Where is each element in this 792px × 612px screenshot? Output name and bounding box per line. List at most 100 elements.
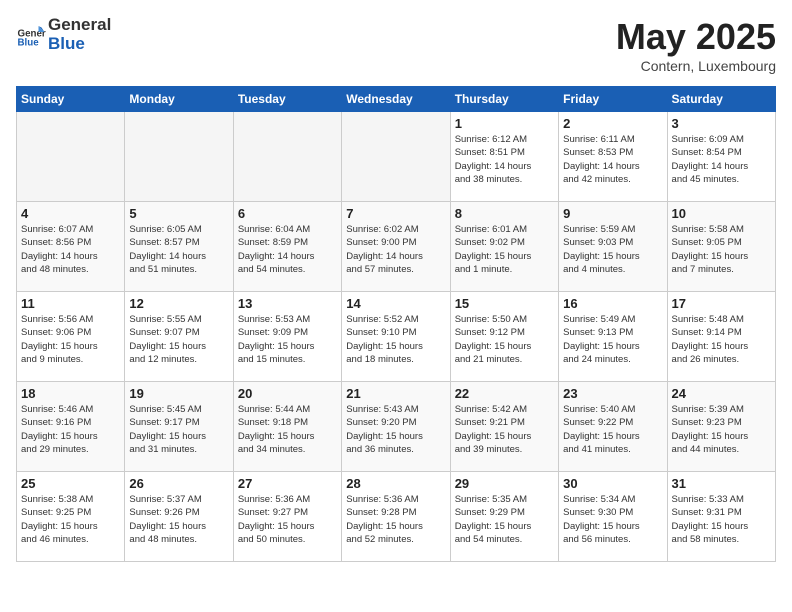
week-row-1: 1 Sunrise: 6:12 AM Sunset: 8:51 PM Daylig… xyxy=(17,112,776,202)
weekday-header-thursday: Thursday xyxy=(450,87,558,112)
calendar-cell: 6Sunrise: 6:04 AM Sunset: 8:59 PM Daylig… xyxy=(233,202,341,292)
day-number: 22 xyxy=(455,386,554,401)
day-info: Sunrise: 5:45 AM Sunset: 9:17 PM Dayligh… xyxy=(129,403,228,456)
week-row-2: 4Sunrise: 6:07 AM Sunset: 8:56 PM Daylig… xyxy=(17,202,776,292)
day-info: Sunrise: 5:50 AM Sunset: 9:12 PM Dayligh… xyxy=(455,313,554,366)
day-number: 12 xyxy=(129,296,228,311)
weekday-header-friday: Friday xyxy=(559,87,667,112)
calendar-cell: 28 Sunrise: 5:36 AM Sunset: 9:28 PM Dayli… xyxy=(342,472,450,562)
day-number: 6 xyxy=(238,206,337,221)
day-info: Sunrise: 5:36 AM Sunset: 9:27 PM Dayligh… xyxy=(238,493,337,546)
day-info: Sunrise: 5:49 AM Sunset: 9:13 PM Dayligh… xyxy=(563,313,662,366)
calendar-cell: 5 Sunrise: 6:05 AM Sunset: 8:57 PM Daylig… xyxy=(125,202,233,292)
calendar-cell: 16 Sunrise: 5:49 AM Sunset: 9:13 PM Dayli… xyxy=(559,292,667,382)
day-number: 16 xyxy=(563,296,662,311)
weekday-header-row: SundayMondayTuesdayWednesdayThursdayFrid… xyxy=(17,87,776,112)
day-info: Sunrise: 6:09 AM Sunset: 8:54 PM Dayligh… xyxy=(672,133,771,186)
day-number: 5 xyxy=(129,206,228,221)
day-info: Sunrise: 5:48 AM Sunset: 9:14 PM Dayligh… xyxy=(672,313,771,366)
calendar-cell: 22 Sunrise: 5:42 AM Sunset: 9:21 PM Dayli… xyxy=(450,382,558,472)
week-row-5: 25Sunrise: 5:38 AM Sunset: 9:25 PM Dayli… xyxy=(17,472,776,562)
day-number: 9 xyxy=(563,206,662,221)
day-info: Sunrise: 5:55 AM Sunset: 9:07 PM Dayligh… xyxy=(129,313,228,366)
calendar-cell: 24Sunrise: 5:39 AM Sunset: 9:23 PM Dayli… xyxy=(667,382,775,472)
calendar-cell: 9Sunrise: 5:59 AM Sunset: 9:03 PM Daylig… xyxy=(559,202,667,292)
day-info: Sunrise: 5:52 AM Sunset: 9:10 PM Dayligh… xyxy=(346,313,445,366)
calendar-cell: 26 Sunrise: 5:37 AM Sunset: 9:26 PM Dayli… xyxy=(125,472,233,562)
day-number: 18 xyxy=(21,386,120,401)
svg-text:Blue: Blue xyxy=(18,37,40,48)
day-info: Sunrise: 5:46 AM Sunset: 9:16 PM Dayligh… xyxy=(21,403,120,456)
day-number: 3 xyxy=(672,116,771,131)
calendar-cell: 8Sunrise: 6:01 AM Sunset: 9:02 PM Daylig… xyxy=(450,202,558,292)
day-info: Sunrise: 6:11 AM Sunset: 8:53 PM Dayligh… xyxy=(563,133,662,186)
calendar-cell xyxy=(233,112,341,202)
day-number: 13 xyxy=(238,296,337,311)
month-title: May 2025 xyxy=(616,16,776,58)
calendar-cell: 30Sunrise: 5:34 AM Sunset: 9:30 PM Dayli… xyxy=(559,472,667,562)
weekday-header-tuesday: Tuesday xyxy=(233,87,341,112)
calendar-table: SundayMondayTuesdayWednesdayThursdayFrid… xyxy=(16,86,776,562)
day-info: Sunrise: 5:56 AM Sunset: 9:06 PM Dayligh… xyxy=(21,313,120,366)
calendar-cell: 2 Sunrise: 6:11 AM Sunset: 8:53 PM Daylig… xyxy=(559,112,667,202)
calendar-cell: 13 Sunrise: 5:53 AM Sunset: 9:09 PM Dayli… xyxy=(233,292,341,382)
day-number: 29 xyxy=(455,476,554,491)
day-info: Sunrise: 5:53 AM Sunset: 9:09 PM Dayligh… xyxy=(238,313,337,366)
day-number: 15 xyxy=(455,296,554,311)
calendar-cell: 21 Sunrise: 5:43 AM Sunset: 9:20 PM Dayli… xyxy=(342,382,450,472)
calendar-cell xyxy=(342,112,450,202)
calendar-cell: 18 Sunrise: 5:46 AM Sunset: 9:16 PM Dayli… xyxy=(17,382,125,472)
day-number: 31 xyxy=(672,476,771,491)
calendar-cell: 7 Sunrise: 6:02 AM Sunset: 9:00 PM Daylig… xyxy=(342,202,450,292)
calendar-cell: 12 Sunrise: 5:55 AM Sunset: 9:07 PM Dayli… xyxy=(125,292,233,382)
logo-blue-text: Blue xyxy=(48,35,111,54)
weekday-header-saturday: Saturday xyxy=(667,87,775,112)
logo: General Blue General Blue xyxy=(16,16,111,53)
day-info: Sunrise: 5:33 AM Sunset: 9:31 PM Dayligh… xyxy=(672,493,771,546)
day-info: Sunrise: 5:44 AM Sunset: 9:18 PM Dayligh… xyxy=(238,403,337,456)
calendar-cell: 27 Sunrise: 5:36 AM Sunset: 9:27 PM Dayli… xyxy=(233,472,341,562)
day-info: Sunrise: 5:43 AM Sunset: 9:20 PM Dayligh… xyxy=(346,403,445,456)
day-number: 26 xyxy=(129,476,228,491)
weekday-header-wednesday: Wednesday xyxy=(342,87,450,112)
calendar-cell: 19Sunrise: 5:45 AM Sunset: 9:17 PM Dayli… xyxy=(125,382,233,472)
day-number: 17 xyxy=(672,296,771,311)
day-number: 2 xyxy=(563,116,662,131)
calendar-cell: 17 Sunrise: 5:48 AM Sunset: 9:14 PM Dayli… xyxy=(667,292,775,382)
day-info: Sunrise: 5:40 AM Sunset: 9:22 PM Dayligh… xyxy=(563,403,662,456)
calendar-cell: 29Sunrise: 5:35 AM Sunset: 9:29 PM Dayli… xyxy=(450,472,558,562)
day-number: 30 xyxy=(563,476,662,491)
calendar-cell: 25Sunrise: 5:38 AM Sunset: 9:25 PM Dayli… xyxy=(17,472,125,562)
day-info: Sunrise: 5:38 AM Sunset: 9:25 PM Dayligh… xyxy=(21,493,120,546)
day-info: Sunrise: 5:36 AM Sunset: 9:28 PM Dayligh… xyxy=(346,493,445,546)
location-label: Contern, Luxembourg xyxy=(616,58,776,74)
calendar-cell: 10 Sunrise: 5:58 AM Sunset: 9:05 PM Dayli… xyxy=(667,202,775,292)
day-info: Sunrise: 6:02 AM Sunset: 9:00 PM Dayligh… xyxy=(346,223,445,276)
day-number: 27 xyxy=(238,476,337,491)
logo-general-text: General xyxy=(48,16,111,35)
calendar-cell: 4Sunrise: 6:07 AM Sunset: 8:56 PM Daylig… xyxy=(17,202,125,292)
day-number: 4 xyxy=(21,206,120,221)
day-info: Sunrise: 6:05 AM Sunset: 8:57 PM Dayligh… xyxy=(129,223,228,276)
calendar-cell: 1 Sunrise: 6:12 AM Sunset: 8:51 PM Daylig… xyxy=(450,112,558,202)
day-number: 1 xyxy=(455,116,554,131)
calendar-cell: 3 Sunrise: 6:09 AM Sunset: 8:54 PM Daylig… xyxy=(667,112,775,202)
weekday-header-sunday: Sunday xyxy=(17,87,125,112)
day-number: 14 xyxy=(346,296,445,311)
day-number: 11 xyxy=(21,296,120,311)
day-info: Sunrise: 5:37 AM Sunset: 9:26 PM Dayligh… xyxy=(129,493,228,546)
calendar-cell: 20Sunrise: 5:44 AM Sunset: 9:18 PM Dayli… xyxy=(233,382,341,472)
calendar-cell: 23Sunrise: 5:40 AM Sunset: 9:22 PM Dayli… xyxy=(559,382,667,472)
day-number: 21 xyxy=(346,386,445,401)
day-number: 28 xyxy=(346,476,445,491)
day-number: 10 xyxy=(672,206,771,221)
day-info: Sunrise: 5:42 AM Sunset: 9:21 PM Dayligh… xyxy=(455,403,554,456)
day-number: 8 xyxy=(455,206,554,221)
title-block: May 2025 Contern, Luxembourg xyxy=(616,16,776,74)
page-header: General Blue General Blue May 2025 Conte… xyxy=(16,16,776,74)
day-info: Sunrise: 5:58 AM Sunset: 9:05 PM Dayligh… xyxy=(672,223,771,276)
calendar-cell xyxy=(125,112,233,202)
day-info: Sunrise: 5:39 AM Sunset: 9:23 PM Dayligh… xyxy=(672,403,771,456)
day-info: Sunrise: 6:12 AM Sunset: 8:51 PM Dayligh… xyxy=(455,133,554,186)
day-number: 7 xyxy=(346,206,445,221)
